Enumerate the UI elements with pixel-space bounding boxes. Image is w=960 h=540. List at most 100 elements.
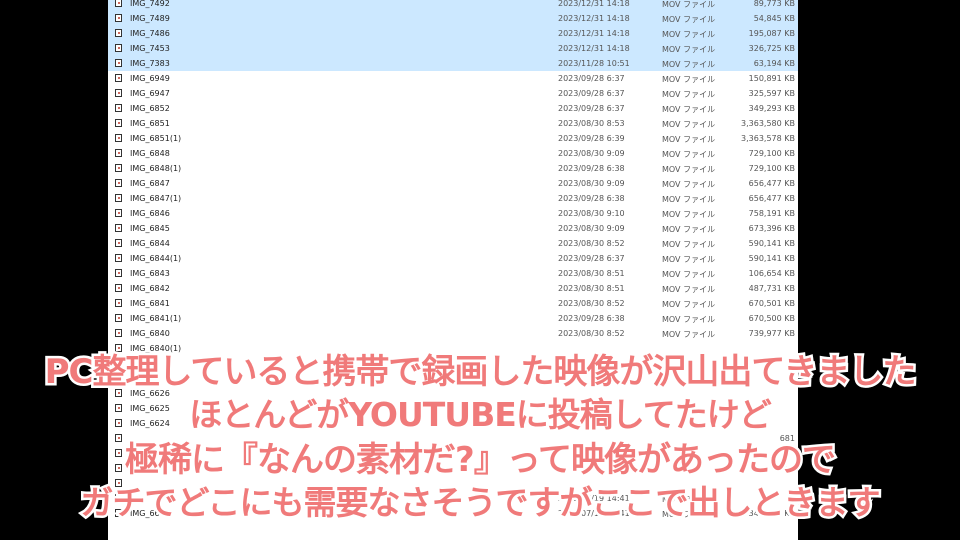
file-row[interactable]: IMG_6625	[108, 401, 798, 416]
file-date: 2023/08/30 8:52	[558, 298, 625, 308]
video-file-icon	[115, 0, 122, 7]
video-file-icon	[115, 253, 122, 262]
file-size: 325,597 KB	[748, 88, 795, 98]
file-size: 729,100 KB	[748, 163, 795, 173]
file-row[interactable]: IMG_6852 2023/09/28 6:37 MOV ファイル 349,293 K…	[108, 101, 798, 116]
video-file-icon	[115, 373, 122, 382]
file-row[interactable]: IMG_7383 2023/11/28 10:51 MOV ファイル 63,194 K…	[108, 55, 798, 71]
file-row[interactable]: IMG_6841(1) 2023/09/28 6:38 MOV ファイル 670,50…	[108, 311, 798, 326]
file-name: IMG_6846	[130, 208, 170, 218]
file-row[interactable]: IMG_6843 2023/08/30 8:51 MOV ファイル 106,654 K…	[108, 266, 798, 281]
file-row[interactable]	[108, 476, 798, 491]
file-row[interactable]: IMG_7486 2023/12/31 14:18 MOV ファイル 195,087 …	[108, 25, 798, 41]
file-type: MOV ファイル	[662, 29, 716, 39]
file-date: 2023/09/28 6:39	[558, 133, 625, 143]
file-date: 2023/12/31 14:18	[558, 43, 630, 53]
file-size: 673,396 KB	[748, 223, 795, 233]
file-name: IMG_6947	[130, 88, 170, 98]
file-size: 729,100 KB	[748, 148, 795, 158]
file-row[interactable]: IMG_6844 2023/08/30 8:52 MOV ファイル 590,141 K…	[108, 236, 798, 251]
file-row[interactable]: IMG_6840 2023/08/30 8:52 MOV ファイル 739,977 K…	[108, 326, 798, 341]
file-type: MOV ファイル	[662, 104, 716, 114]
file-type: MOV ファイル	[662, 89, 716, 99]
file-row[interactable]: IMG_6847 2023/08/30 9:09 MOV ファイル 656,477 K…	[108, 176, 798, 191]
file-row[interactable]: 429,3	[108, 461, 798, 476]
file-size: 656,477 KB	[748, 193, 795, 203]
file-type: MOV ファイル	[662, 14, 716, 24]
file-date: 2023/09/28 6:37	[558, 253, 625, 263]
file-name: IMG_6617	[130, 508, 170, 518]
file-name: IMG_7492	[130, 0, 170, 8]
video-file-icon	[115, 403, 122, 412]
file-row[interactable]: 681	[108, 431, 798, 446]
video-file-icon	[115, 13, 122, 22]
file-name: IMG_7489	[130, 13, 170, 23]
video-file-icon	[115, 493, 122, 502]
file-date: 2023/08/30 9:09	[558, 178, 625, 188]
file-row[interactable]: IMG_6617 2023/07/19 14:41 MOV ファイル 344,372 …	[108, 506, 798, 521]
file-row[interactable]: IMG_6851 2023/08/30 8:53 MOV ファイル 3,363,580…	[108, 116, 798, 131]
file-name: IMG_6851	[130, 118, 170, 128]
file-name: IMG_7383	[130, 58, 170, 68]
video-file-icon	[115, 313, 122, 322]
file-row[interactable]	[108, 446, 798, 461]
file-size: 195,087 KB	[748, 28, 795, 38]
file-row[interactable]: IMG_6848(1) 2023/09/28 6:38 MOV ファイル 729,10…	[108, 161, 798, 176]
file-type: MOV ファイル	[662, 119, 716, 129]
file-type: MOV ファイル	[662, 254, 716, 264]
file-type: MOV ファイル	[662, 149, 716, 159]
file-row[interactable]: IMG_7453 2023/12/31 14:18 MOV ファイル 326,725 …	[108, 40, 798, 56]
file-size: 63,194 KB	[753, 58, 795, 68]
file-row[interactable]: IMG_6842 2023/08/30 8:51 MOV ファイル 487,731 K…	[108, 281, 798, 296]
file-row[interactable]: IMG_6844(1) 2023/09/28 6:37 MOV ファイル 590,14…	[108, 251, 798, 266]
file-type: MOV ファイル	[662, 44, 716, 54]
file-type: MOV ファイル	[662, 179, 716, 189]
file-size: 590,141 KB	[748, 238, 795, 248]
file-row[interactable]	[108, 371, 798, 386]
file-date: 2023/12/31 14:18	[558, 28, 630, 38]
file-name: IMG_6624	[130, 418, 170, 428]
file-row[interactable]: IMG_7492 2023/12/31 14:18 MOV ファイル 89,773 K…	[108, 0, 798, 11]
file-row[interactable]: IMG_6846 2023/08/30 9:10 MOV ファイル 758,191 K…	[108, 206, 798, 221]
file-date: 2023/09/28 6:37	[558, 73, 625, 83]
file-row[interactable]: IMG_6840(1)	[108, 341, 798, 356]
file-row[interactable]: IMG_6841 2023/08/30 8:52 MOV ファイル 670,501 K…	[108, 296, 798, 311]
file-size: 344,372 KB	[748, 508, 795, 518]
file-date: 2023/08/30 8:51	[558, 283, 625, 293]
file-type: MOV ファイル	[662, 509, 716, 519]
video-file-icon	[115, 28, 122, 37]
file-name: IMG_7453	[130, 43, 170, 53]
video-file-icon	[115, 133, 122, 142]
file-row[interactable]: IMG_6624	[108, 416, 798, 431]
file-size: 670,501 KB	[748, 298, 795, 308]
file-row[interactable]: IMG_7489 2023/12/31 14:18 MOV ファイル 54,845 K…	[108, 10, 798, 26]
file-row[interactable]: IMG_6845 2023/08/30 9:09 MOV ファイル 673,396 K…	[108, 221, 798, 236]
file-date: 2023/09/28 6:37	[558, 88, 625, 98]
file-date: 2023/08/30 8:52	[558, 328, 625, 338]
file-date: 2023/08/30 8:51	[558, 268, 625, 278]
file-row[interactable]: IMG_6947 2023/09/28 6:37 MOV ファイル 325,597 K…	[108, 86, 798, 101]
file-row[interactable]: IMG_6626	[108, 386, 798, 401]
file-row[interactable]: IMG_6949 2023/09/28 6:37 MOV ファイル 150,891 K…	[108, 71, 798, 86]
file-name: IMG_6626	[130, 388, 170, 398]
file-date: 2023/07/19 14:41	[558, 493, 630, 503]
file-row[interactable]	[108, 356, 798, 371]
file-name: IMG_6845	[130, 223, 170, 233]
file-name: IMG_6844	[130, 238, 170, 248]
file-size: 670,500 KB	[748, 313, 795, 323]
file-date: 2023/08/30 8:53	[558, 118, 625, 128]
file-name: IMG_7486	[130, 28, 170, 38]
file-type: MOV ファイル	[662, 209, 716, 219]
file-size: 349,293 KB	[748, 103, 795, 113]
file-row[interactable]: 2023/07/19 14:41 MOV ファイル	[108, 491, 798, 506]
file-date: 2023/12/31 14:18	[558, 13, 630, 23]
file-row[interactable]: IMG_6848 2023/08/30 9:09 MOV ファイル 729,100 K…	[108, 146, 798, 161]
file-date: 2023/08/30 9:09	[558, 223, 625, 233]
file-row[interactable]: IMG_6851(1) 2023/09/28 6:39 MOV ファイル 3,363,…	[108, 131, 798, 146]
file-type: MOV ファイル	[662, 224, 716, 234]
file-name: IMG_6843	[130, 268, 170, 278]
file-name: IMG_6848(1)	[130, 163, 182, 173]
file-type: MOV ファイル	[662, 329, 716, 339]
file-row[interactable]: IMG_6847(1) 2023/09/28 6:38 MOV ファイル 656,47…	[108, 191, 798, 206]
video-file-icon	[115, 463, 122, 472]
